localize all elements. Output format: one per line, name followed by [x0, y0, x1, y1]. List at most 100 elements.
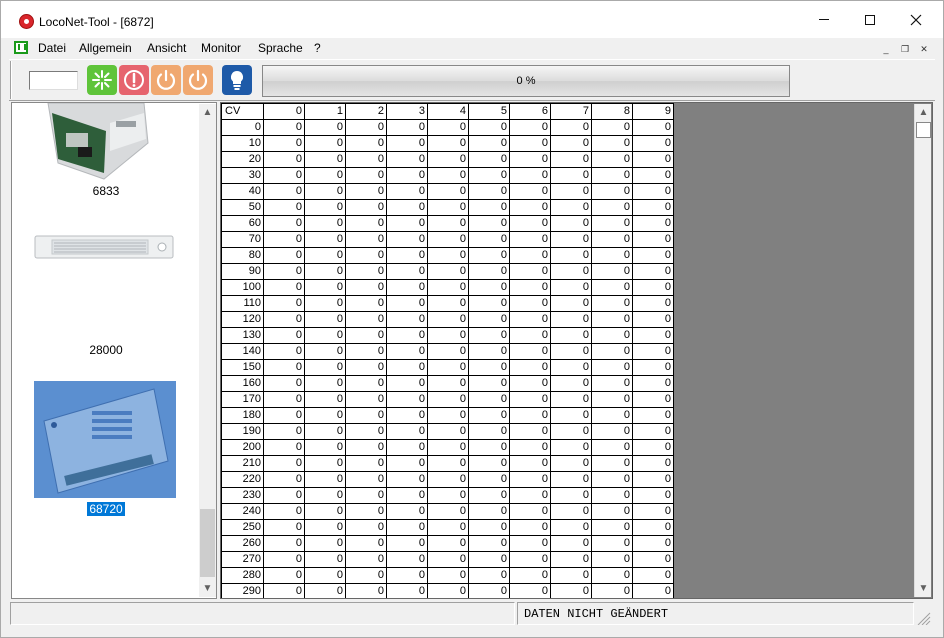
scroll-thumb[interactable]	[916, 122, 931, 138]
cv-value-cell[interactable]: 0	[386, 343, 428, 360]
cv-value-cell[interactable]: 0	[550, 327, 592, 344]
cv-value-cell[interactable]: 0	[427, 247, 469, 264]
cv-value-cell[interactable]: 0	[386, 199, 428, 216]
cv-value-cell[interactable]: 0	[304, 455, 346, 472]
cv-value-cell[interactable]: 0	[509, 199, 551, 216]
cv-value-cell[interactable]: 0	[263, 455, 305, 472]
cv-value-cell[interactable]: 0	[427, 343, 469, 360]
cv-value-cell[interactable]: 0	[468, 311, 510, 328]
cv-value-cell[interactable]: 0	[632, 359, 674, 376]
device-6833-image[interactable]	[44, 103, 154, 181]
cv-value-cell[interactable]: 0	[263, 359, 305, 376]
cv-value-cell[interactable]: 0	[509, 423, 551, 440]
cv-value-cell[interactable]: 0	[509, 263, 551, 280]
cv-value-cell[interactable]: 0	[304, 263, 346, 280]
cv-value-cell[interactable]: 0	[632, 519, 674, 536]
menu-monitor[interactable]: Monitor	[201, 41, 241, 55]
cv-value-cell[interactable]: 0	[468, 215, 510, 232]
app-logo-icon[interactable]	[19, 14, 34, 29]
cv-value-cell[interactable]: 0	[304, 551, 346, 568]
cv-value-cell[interactable]: 0	[427, 167, 469, 184]
cv-value-cell[interactable]: 0	[304, 487, 346, 504]
document-window-icon[interactable]	[14, 41, 28, 54]
cv-value-cell[interactable]: 0	[345, 119, 387, 136]
cv-value-cell[interactable]: 0	[386, 519, 428, 536]
cv-value-cell[interactable]: 0	[386, 407, 428, 424]
cv-value-cell[interactable]: 0	[550, 407, 592, 424]
cv-value-cell[interactable]: 0	[386, 391, 428, 408]
cv-value-cell[interactable]: 0	[468, 295, 510, 312]
cv-value-cell[interactable]: 0	[509, 231, 551, 248]
menu-ansicht[interactable]: Ansicht	[147, 41, 186, 55]
cv-value-cell[interactable]: 0	[345, 487, 387, 504]
cv-value-cell[interactable]: 0	[427, 151, 469, 168]
cv-value-cell[interactable]: 0	[509, 295, 551, 312]
cv-value-cell[interactable]: 0	[632, 407, 674, 424]
cv-value-cell[interactable]: 0	[263, 295, 305, 312]
cv-value-cell[interactable]: 0	[345, 199, 387, 216]
cv-value-cell[interactable]: 0	[427, 183, 469, 200]
cv-value-cell[interactable]: 0	[632, 327, 674, 344]
cv-value-cell[interactable]: 0	[386, 279, 428, 296]
cv-value-cell[interactable]: 0	[632, 199, 674, 216]
cv-value-cell[interactable]: 0	[509, 487, 551, 504]
cv-value-cell[interactable]: 0	[468, 439, 510, 456]
cv-value-cell[interactable]: 0	[386, 215, 428, 232]
cv-value-cell[interactable]: 0	[550, 295, 592, 312]
cv-value-cell[interactable]: 0	[345, 423, 387, 440]
cv-value-cell[interactable]: 0	[468, 167, 510, 184]
cv-value-cell[interactable]: 0	[468, 407, 510, 424]
cv-value-cell[interactable]: 0	[263, 407, 305, 424]
cv-value-cell[interactable]: 0	[263, 487, 305, 504]
menu-allgemein[interactable]: Allgemein	[79, 41, 132, 55]
cv-value-cell[interactable]: 0	[468, 455, 510, 472]
cv-value-cell[interactable]: 0	[632, 391, 674, 408]
cv-value-cell[interactable]: 0	[386, 455, 428, 472]
cv-value-cell[interactable]: 0	[263, 375, 305, 392]
cv-value-cell[interactable]: 0	[263, 567, 305, 584]
cv-value-cell[interactable]: 0	[263, 519, 305, 536]
cv-value-cell[interactable]: 0	[304, 423, 346, 440]
cv-value-cell[interactable]: 0	[386, 535, 428, 552]
cv-value-cell[interactable]: 0	[386, 551, 428, 568]
device-label-28000[interactable]: 28000	[12, 343, 200, 357]
cv-value-cell[interactable]: 0	[550, 551, 592, 568]
cv-value-cell[interactable]: 0	[263, 343, 305, 360]
cv-value-cell[interactable]: 0	[468, 151, 510, 168]
cv-value-cell[interactable]: 0	[468, 359, 510, 376]
cv-value-cell[interactable]: 0	[509, 567, 551, 584]
scroll-up-icon[interactable]: ▲	[915, 104, 932, 121]
cv-value-cell[interactable]: 0	[345, 231, 387, 248]
cv-value-cell[interactable]: 0	[591, 247, 633, 264]
minimize-button[interactable]	[801, 1, 847, 38]
cv-value-cell[interactable]: 0	[591, 215, 633, 232]
cv-value-cell[interactable]: 0	[263, 135, 305, 152]
close-button[interactable]	[893, 1, 939, 38]
cv-value-cell[interactable]: 0	[509, 519, 551, 536]
cv-value-cell[interactable]: 0	[386, 567, 428, 584]
power-on-button[interactable]	[151, 65, 181, 95]
cv-value-cell[interactable]: 0	[509, 247, 551, 264]
cv-value-cell[interactable]: 0	[591, 183, 633, 200]
cv-value-cell[interactable]: 0	[468, 471, 510, 488]
cv-value-cell[interactable]: 0	[386, 183, 428, 200]
cv-value-cell[interactable]: 0	[345, 375, 387, 392]
cv-value-cell[interactable]: 0	[591, 231, 633, 248]
cv-value-cell[interactable]: 0	[427, 359, 469, 376]
cv-value-cell[interactable]: 0	[468, 135, 510, 152]
cv-value-cell[interactable]: 0	[591, 535, 633, 552]
cv-value-cell[interactable]: 0	[386, 503, 428, 520]
cv-value-cell[interactable]: 0	[304, 535, 346, 552]
info-button[interactable]	[222, 65, 252, 95]
cv-value-cell[interactable]: 0	[468, 487, 510, 504]
cv-value-cell[interactable]: 0	[263, 551, 305, 568]
scroll-thumb[interactable]	[200, 509, 215, 577]
cv-value-cell[interactable]: 0	[304, 359, 346, 376]
cv-value-cell[interactable]: 0	[632, 535, 674, 552]
cv-value-cell[interactable]: 0	[468, 263, 510, 280]
cv-value-cell[interactable]: 0	[263, 119, 305, 136]
cv-value-cell[interactable]: 0	[263, 215, 305, 232]
cv-value-cell[interactable]: 0	[345, 311, 387, 328]
cv-value-cell[interactable]: 0	[468, 551, 510, 568]
cv-value-cell[interactable]: 0	[468, 423, 510, 440]
